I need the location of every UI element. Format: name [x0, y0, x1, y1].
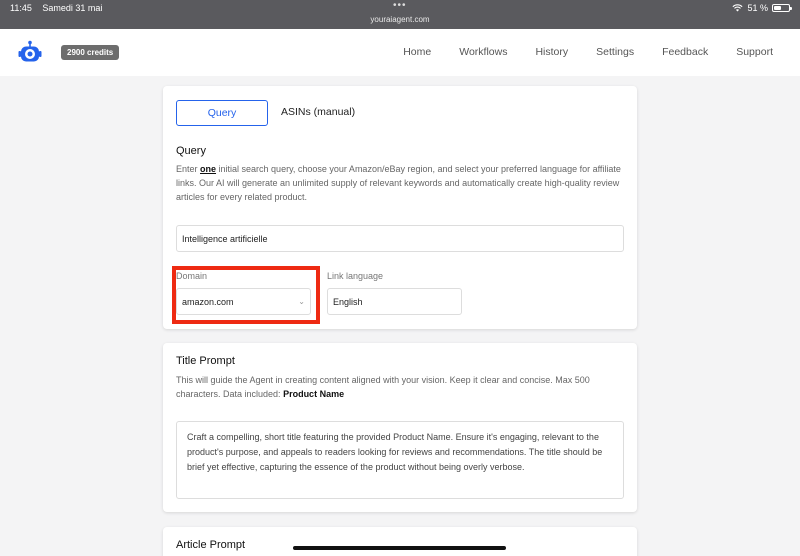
top-navbar: 2900 credits Home Workflows History Sett… [0, 29, 800, 76]
nav-history[interactable]: History [535, 46, 568, 58]
battery-icon [772, 4, 792, 12]
status-time-date: 11:45 Samedi 31 mai [10, 3, 110, 13]
credits-badge: 2900 credits [61, 45, 120, 60]
link-language-label: Link language [327, 271, 384, 281]
tab-query[interactable]: Query [176, 100, 268, 126]
nav-settings[interactable]: Settings [596, 46, 634, 58]
link-language-field[interactable]: English [327, 288, 462, 315]
address-bar[interactable]: youraiagent.com [0, 15, 800, 24]
nav-home[interactable]: Home [403, 46, 431, 58]
title-prompt-card: Title Prompt This will guide the Agent i… [163, 343, 637, 512]
title-prompt-heading: Title Prompt [176, 355, 235, 367]
status-time: 11:45 [10, 3, 32, 13]
title-prompt-textarea[interactable]: Craft a compelling, short title featurin… [176, 421, 624, 499]
query-card: Query ASINs (manual) Query Enter one ini… [163, 86, 637, 329]
link-language-value: English [333, 296, 363, 307]
tab-asins-manual[interactable]: ASINs (manual) [281, 106, 355, 118]
status-bar: 11:45 Samedi 31 mai ••• youraiagent.com … [0, 0, 800, 29]
article-prompt-heading: Article Prompt [176, 539, 246, 551]
wifi-icon [732, 4, 744, 12]
status-right: 51 % [732, 3, 792, 13]
chevron-down-icon: ⌄ [298, 297, 305, 306]
nav-feedback[interactable]: Feedback [662, 46, 708, 58]
nav-workflows[interactable]: Workflows [459, 46, 507, 58]
domain-value: amazon.com [182, 296, 234, 307]
robot-logo-icon[interactable] [16, 39, 44, 67]
query-heading: Query [176, 145, 206, 157]
domain-label: Domain [176, 271, 208, 281]
domain-select[interactable]: amazon.com ⌄ [176, 288, 311, 315]
query-input[interactable] [176, 225, 624, 252]
nav-support[interactable]: Support [736, 46, 773, 58]
home-indicator[interactable] [293, 546, 506, 550]
article-prompt-card: Article Prompt [163, 527, 637, 556]
nav-links: Home Workflows History Settings Feedback… [375, 46, 773, 58]
status-date: Samedi 31 mai [42, 3, 103, 13]
title-prompt-description: This will guide the Agent in creating co… [176, 375, 590, 399]
battery-percent: 51 % [747, 3, 768, 13]
more-dots-icon[interactable]: ••• [393, 0, 407, 11]
query-description: Enter one initial search query, choose y… [176, 164, 621, 202]
